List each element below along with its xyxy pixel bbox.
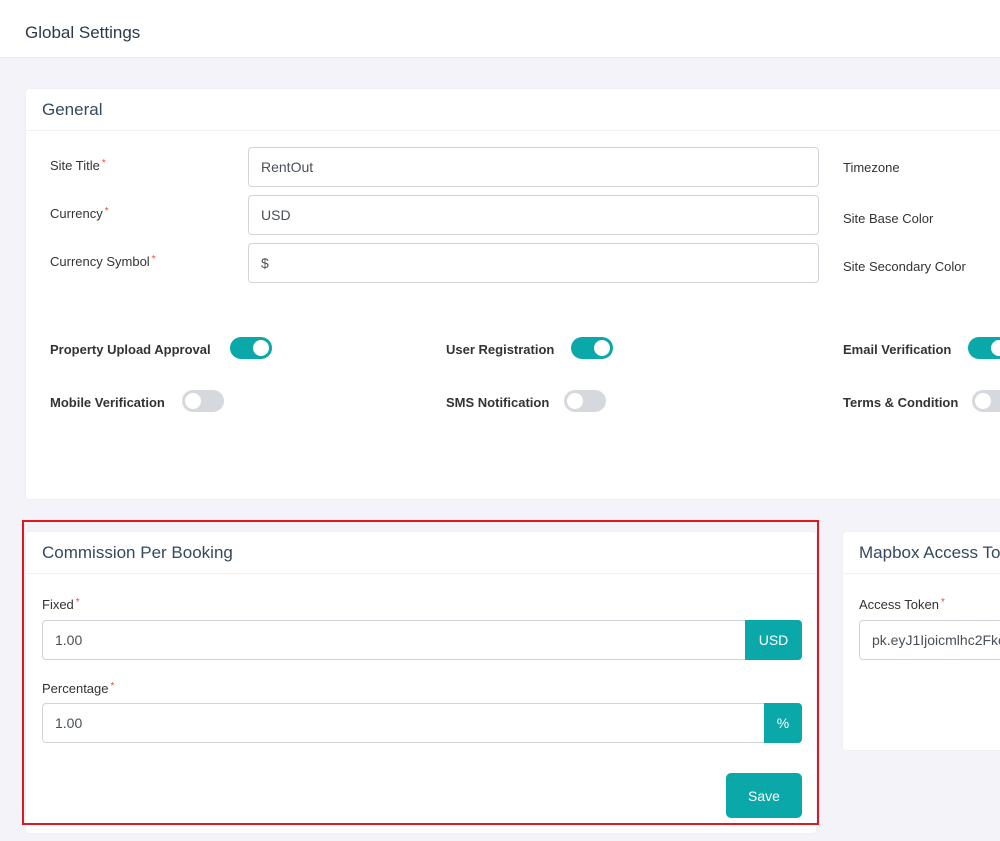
access-token-input[interactable] (859, 620, 1000, 660)
general-card-title: General (26, 89, 1000, 131)
site-secondary-color-label: Site Secondary Color (843, 259, 966, 274)
currency-input[interactable] (248, 195, 819, 235)
site-base-color-label: Site Base Color (843, 211, 934, 226)
sms-notification-label: SMS Notification (446, 395, 550, 410)
email-verification-label: Email Verification (843, 342, 952, 357)
toggle-knob (991, 340, 1000, 356)
mobile-verification-label: Mobile Verification (50, 395, 165, 410)
percentage-commission-input[interactable] (42, 703, 765, 743)
site-title-label: Site Title * (50, 158, 106, 173)
toggle-knob (594, 340, 610, 356)
toggle-knob (567, 393, 583, 409)
fixed-label: Fixed * (42, 597, 80, 612)
percentage-label: Percentage * (42, 681, 115, 696)
percentage-addon: % (764, 703, 802, 743)
property-upload-approval-label: Property Upload Approval (50, 342, 211, 357)
mapbox-card-title: Mapbox Access Token (843, 532, 1000, 574)
toggle-knob (253, 340, 269, 356)
general-card: General Site Title* Currency* Currency S… (25, 88, 1000, 500)
page-title: Global Settings (25, 23, 141, 42)
access-token-label: Access Token * (859, 597, 945, 612)
currency-symbol-input[interactable] (248, 243, 819, 283)
mapbox-card: Mapbox Access Token Access Token* (842, 531, 1000, 751)
terms-condition-toggle[interactable] (972, 390, 1000, 412)
timezone-label: Timezone (843, 160, 900, 175)
mobile-verification-toggle[interactable] (182, 390, 224, 412)
currency-label: Currency * (50, 206, 109, 221)
commission-card: Commission Per Booking Fixed* USD Percen… (25, 531, 817, 834)
top-bar: Global Settings (0, 0, 1000, 58)
commission-card-title: Commission Per Booking (26, 532, 816, 574)
user-registration-toggle[interactable] (571, 337, 613, 359)
toggle-knob (185, 393, 201, 409)
site-title-input[interactable] (248, 147, 819, 187)
sms-notification-toggle[interactable] (564, 390, 606, 412)
email-verification-toggle[interactable] (968, 337, 1000, 359)
currency-symbol-label: Currency Symbol * (50, 254, 156, 269)
save-button[interactable]: Save (726, 773, 802, 818)
fixed-currency-addon: USD (745, 620, 802, 660)
terms-condition-label: Terms & Condition (843, 395, 959, 410)
user-registration-label: User Registration (446, 342, 555, 357)
fixed-commission-input[interactable] (42, 620, 746, 660)
toggle-knob (975, 393, 991, 409)
property-upload-approval-toggle[interactable] (230, 337, 272, 359)
